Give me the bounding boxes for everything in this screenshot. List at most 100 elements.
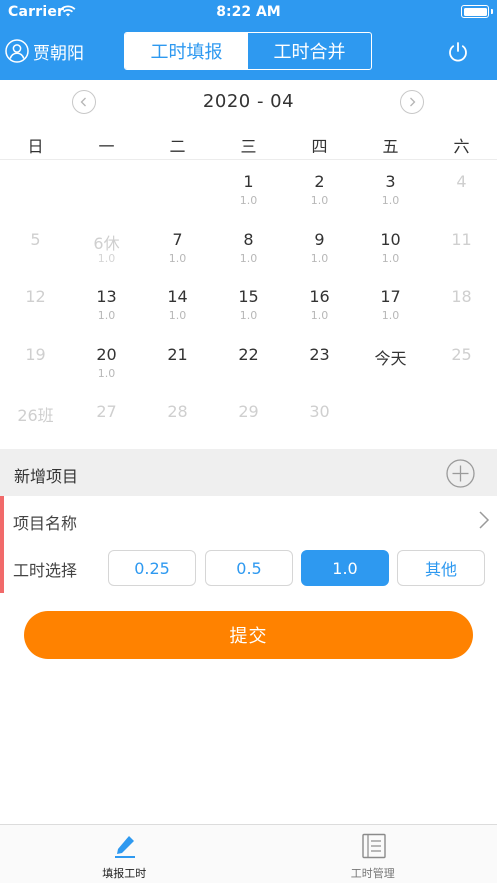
calendar-day-hours: 1.0 xyxy=(97,309,116,322)
calendar-day-hours: 1.0 xyxy=(381,309,400,322)
calendar-day-cell[interactable]: 5 xyxy=(0,220,71,278)
next-month-button[interactable] xyxy=(400,90,424,114)
calendar-day-cell[interactable]: 12 xyxy=(0,277,71,335)
calendar-day-cell[interactable]: 今天 xyxy=(355,335,426,393)
calendar-day-cell[interactable]: 9 1.0 xyxy=(284,220,355,278)
calendar-day-cell[interactable]: 14 1.0 xyxy=(142,277,213,335)
calendar-day-cell[interactable]: 8 1.0 xyxy=(213,220,284,278)
calendar-day-hours: 1.0 xyxy=(381,251,400,265)
weekday-label: 三 xyxy=(240,137,257,156)
status-bar: Carrier 8:22 AM xyxy=(0,0,497,24)
user-name: 贾朝阳 xyxy=(33,43,84,64)
calendar-day-cell[interactable]: 2 1.0 xyxy=(284,162,355,220)
calendar-day-hours: 1.0 xyxy=(310,309,329,322)
calendar-day-number: 2 xyxy=(314,172,325,191)
calendar-day-hours: 1.0 xyxy=(168,251,187,265)
calendar-day-number: 14 xyxy=(167,287,188,306)
calendar-day-number: 10 xyxy=(380,229,401,249)
calendar-grid: 1 1.0 2 1.0 3 1.0 4 5 6休 1.0 7 1.0 8 1.0 9 1.0 10 1.0 11 12… xyxy=(0,162,497,450)
calendar-day-number: 15 xyxy=(238,287,259,306)
user-profile[interactable]: 贾朝阳 xyxy=(5,38,84,64)
calendar-day-cell[interactable]: 11 xyxy=(426,220,497,278)
calendar-day-cell[interactable]: 4 xyxy=(426,162,497,220)
calendar-day-cell[interactable]: 26班 xyxy=(0,392,71,450)
hour-option-0.5[interactable]: 0.5 xyxy=(205,550,293,586)
tab-hours-management[interactable]: 工时管理 xyxy=(249,825,497,883)
calendar-day-cell[interactable]: 21 xyxy=(142,335,213,393)
calendar-day-number: 12 xyxy=(25,287,46,306)
calendar-day-number: 25 xyxy=(451,344,472,364)
calendar-day-cell[interactable]: 6休 1.0 xyxy=(71,220,142,278)
calendar-day-number: 11 xyxy=(451,229,472,249)
calendar-day-number: 29 xyxy=(238,402,259,421)
chevron-right-icon xyxy=(410,97,416,107)
calendar-day-hours: 1.0 xyxy=(310,194,329,207)
calendar-day-cell[interactable]: 15 1.0 xyxy=(213,277,284,335)
battery-tip xyxy=(491,9,493,14)
project-name-row[interactable]: 项目名称 xyxy=(0,496,497,544)
month-selector: 2020 - 04 xyxy=(0,80,497,124)
calendar-day-number: 1 xyxy=(243,172,254,191)
new-project-bar: 新增项目 xyxy=(0,449,497,496)
calendar-day-hours: 1.0 xyxy=(239,309,258,322)
calendar-day-hours: 1.0 xyxy=(97,251,116,265)
calendar-day-cell[interactable]: 20 1.0 xyxy=(71,335,142,393)
tab-hours-merge[interactable]: 工时合并 xyxy=(248,33,371,69)
calendar-day-cell[interactable]: 23 xyxy=(284,335,355,393)
calendar-day-cell[interactable]: 3 1.0 xyxy=(355,162,426,220)
weekday-label: 日 xyxy=(27,137,44,156)
calendar-day-hours: 1.0 xyxy=(239,251,258,265)
project-name-label: 项目名称 xyxy=(13,514,78,533)
pencil-icon xyxy=(115,836,135,858)
hours-select-row: 工时选择 0.25 0.5 1.0 其他 xyxy=(0,544,497,593)
calendar-day-cell[interactable]: 30 xyxy=(284,392,355,450)
calendar-day-cell[interactable]: 7 1.0 xyxy=(142,220,213,278)
calendar-day-cell[interactable]: 10 1.0 xyxy=(355,220,426,278)
battery-icon xyxy=(461,5,489,18)
calendar-day-number: 26班 xyxy=(17,406,54,425)
hour-option-other[interactable]: 其他 xyxy=(397,550,485,586)
calendar-day-cell[interactable]: 16 1.0 xyxy=(284,277,355,335)
calendar-week-row: 12 13 1.0 14 1.0 15 1.0 16 1.0 17 1.0 18 xyxy=(0,277,497,335)
tab-fill-hours[interactable]: 填报工时 xyxy=(0,825,249,883)
calendar-day-number: 13 xyxy=(96,287,117,306)
calendar-day-number: 3 xyxy=(385,172,396,191)
weekday-header: 日 一 二 三 四 五 六 xyxy=(0,126,497,160)
calendar-day-cell[interactable]: 17 1.0 xyxy=(355,277,426,335)
add-project-icon[interactable] xyxy=(446,459,475,488)
weekday-label: 二 xyxy=(169,137,186,156)
calendar-day-number: 28 xyxy=(167,402,188,421)
weekday-label: 五 xyxy=(382,137,399,156)
calendar-day-cell[interactable]: 13 1.0 xyxy=(71,277,142,335)
mode-segmented-control: 工时填报 工时合并 xyxy=(124,32,372,70)
calendar-day-cell[interactable]: 27 xyxy=(71,392,142,450)
tab-hours-fill[interactable]: 工时填报 xyxy=(125,33,248,69)
calendar-day-number: 30 xyxy=(309,402,330,421)
calendar-day-cell[interactable]: 28 xyxy=(142,392,213,450)
calendar-day-cell[interactable]: 19 xyxy=(0,335,71,393)
calendar-day-number: 19 xyxy=(25,344,46,364)
calendar-day-hours: 1.0 xyxy=(97,366,116,380)
hour-option-1.0[interactable]: 1.0 xyxy=(301,550,389,586)
bottom-tab-bar: 填报工时 工时管理 xyxy=(0,824,497,883)
tab-fill-hours-label: 填报工时 xyxy=(102,867,147,880)
calendar-week-row: 26班 27 28 29 30 xyxy=(0,392,497,450)
calendar-day-hours: 1.0 xyxy=(239,194,258,207)
calendar-day-cell[interactable]: 29 xyxy=(213,392,284,450)
calendar-day-cell[interactable]: 22 xyxy=(213,335,284,393)
submit-button[interactable]: 提交 xyxy=(24,611,473,659)
calendar-day-cell[interactable]: 25 xyxy=(426,335,497,393)
calendar-day-number: 5 xyxy=(30,229,41,249)
calendar-day-cell[interactable]: 18 xyxy=(426,277,497,335)
calendar-day-cell[interactable]: 1 1.0 xyxy=(213,162,284,220)
calendar-day-number: 21 xyxy=(167,344,188,364)
calendar-day-cell xyxy=(426,392,497,450)
power-icon[interactable] xyxy=(446,40,470,64)
calendar-day-cell xyxy=(355,392,426,450)
hour-option-0.25[interactable]: 0.25 xyxy=(108,550,196,586)
user-avatar-icon xyxy=(5,39,29,63)
app-header: Carrier 8:22 AM 贾朝阳 工时填报 工时合并 xyxy=(0,0,497,80)
calendar-day-hours: 1.0 xyxy=(310,251,329,265)
chevron-right-icon xyxy=(479,511,490,529)
new-project-label: 新增项目 xyxy=(14,467,79,486)
